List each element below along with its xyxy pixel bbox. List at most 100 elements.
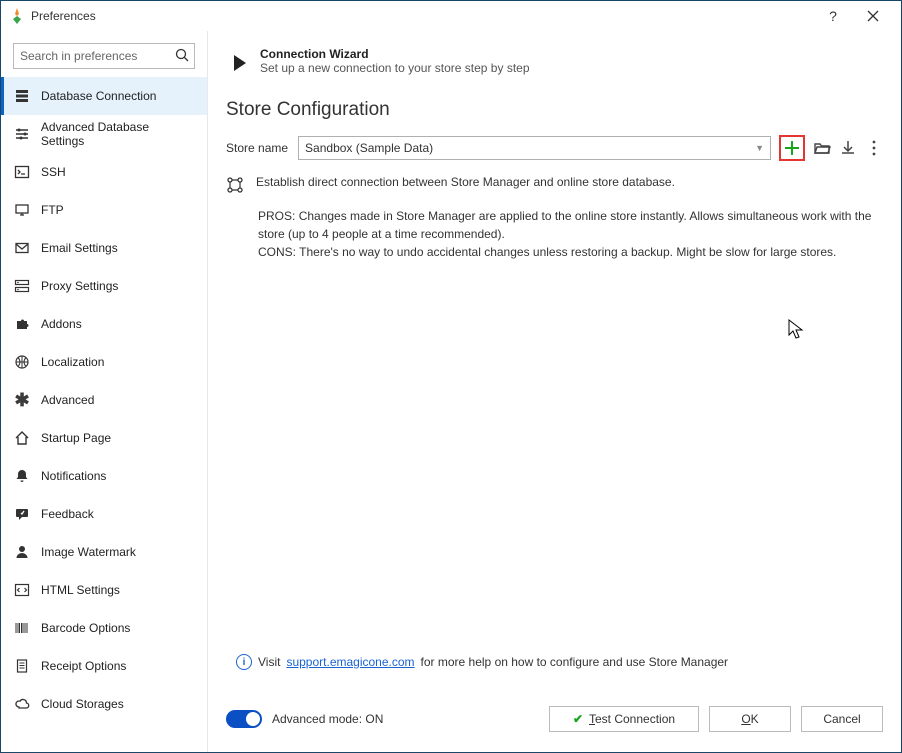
add-store-button[interactable] — [779, 135, 805, 161]
sidebar-item-label: Barcode Options — [41, 621, 130, 635]
search-icon — [174, 47, 190, 66]
section-title: Store Configuration — [226, 99, 883, 121]
person-icon — [13, 544, 31, 560]
connection-type-icon — [226, 176, 244, 197]
title-bar: Preferences ? — [1, 1, 901, 31]
bell-icon — [13, 468, 31, 484]
connection-summary: Establish direct connection between Stor… — [256, 175, 675, 197]
store-name-value: Sandbox (Sample Data) — [305, 141, 433, 155]
sidebar-item-label: Startup Page — [41, 431, 111, 445]
sidebar-item-label: Proxy Settings — [41, 279, 118, 293]
plus-icon — [785, 141, 799, 155]
connection-pros-cons: PROS: Changes made in Store Manager are … — [258, 207, 883, 261]
download-icon — [839, 139, 857, 157]
sidebar-item-label: SSH — [41, 165, 66, 179]
sidebar-item-label: Feedback — [41, 507, 94, 521]
ok-button[interactable]: OK — [709, 706, 791, 732]
connection-wizard-subtitle: Set up a new connection to your store st… — [260, 61, 530, 75]
barcode-icon — [13, 620, 31, 636]
test-connection-button[interactable]: ✔ Test Connection — [549, 706, 699, 732]
sidebar-item-notifications[interactable]: Notifications — [1, 457, 207, 495]
sidebar-item-database-connection[interactable]: Database Connection — [1, 77, 207, 115]
sidebar-item-feedback[interactable]: Feedback — [1, 495, 207, 533]
search-box — [13, 43, 195, 69]
sidebar-item-label: HTML Settings — [41, 583, 120, 597]
sidebar-item-startup-page[interactable]: Startup Page — [1, 419, 207, 457]
sidebar-item-addons[interactable]: Addons — [1, 305, 207, 343]
footer-row: Advanced mode: ON ✔ Test Connection OK C… — [226, 700, 883, 744]
sidebar-item-receipt-options[interactable]: Receipt Options — [1, 647, 207, 685]
chat-icon — [13, 506, 31, 522]
mail-icon — [13, 240, 31, 256]
sidebar-item-label: Image Watermark — [41, 545, 136, 559]
search-input[interactable] — [13, 43, 195, 69]
sidebar-item-html-settings[interactable]: HTML Settings — [1, 571, 207, 609]
help-button[interactable]: ? — [813, 1, 853, 31]
info-icon: i — [236, 654, 252, 670]
store-name-label: Store name — [226, 141, 288, 155]
sidebar-item-label: Receipt Options — [41, 659, 126, 673]
asterisk-icon: ✱ — [13, 391, 31, 409]
sidebar-item-label: Addons — [41, 317, 82, 331]
check-icon: ✔ — [573, 712, 583, 726]
cons-text: There's no way to undo accidental change… — [299, 245, 836, 259]
sidebar-item-label: Localization — [41, 355, 104, 369]
cons-label: CONS: — [258, 245, 296, 259]
sidebar-item-label: FTP — [41, 203, 64, 217]
receipt-icon — [13, 658, 31, 674]
close-icon — [867, 10, 879, 22]
sidebar-item-localization[interactable]: Localization — [1, 343, 207, 381]
store-name-select[interactable]: Sandbox (Sample Data) ▼ — [298, 136, 771, 160]
toggle-knob — [246, 712, 260, 726]
sidebar: Database Connection Advanced Database Se… — [1, 31, 208, 752]
advanced-mode-label: Advanced mode: ON — [272, 712, 383, 726]
sidebar-item-cloud-storages[interactable]: Cloud Storages — [1, 685, 207, 723]
sidebar-item-advanced[interactable]: ✱ Advanced — [1, 381, 207, 419]
sidebar-item-label: Cloud Storages — [41, 697, 124, 711]
kebab-icon — [871, 139, 877, 157]
database-icon — [13, 88, 31, 104]
globe-icon — [13, 354, 31, 370]
sidebar-item-label: Notifications — [41, 469, 106, 483]
cancel-button[interactable]: Cancel — [801, 706, 883, 732]
sidebar-item-image-watermark[interactable]: Image Watermark — [1, 533, 207, 571]
puzzle-icon — [13, 316, 31, 332]
support-row: i Visit support.emagicone.com for more h… — [236, 654, 883, 670]
sliders-icon — [13, 126, 31, 142]
support-prefix: Visit — [258, 655, 280, 669]
proxy-icon — [13, 278, 31, 294]
sidebar-item-email-settings[interactable]: Email Settings — [1, 229, 207, 267]
sidebar-item-ssh[interactable]: SSH — [1, 153, 207, 191]
pros-label: PROS: — [258, 209, 295, 223]
mouse-cursor-icon — [788, 319, 806, 341]
cloud-icon — [13, 696, 31, 712]
close-button[interactable] — [853, 1, 893, 31]
connection-wizard-play-button[interactable] — [234, 55, 246, 71]
chevron-down-icon: ▼ — [755, 143, 764, 153]
screen-icon — [13, 202, 31, 218]
folder-open-icon — [813, 139, 831, 157]
sidebar-item-ftp[interactable]: FTP — [1, 191, 207, 229]
connection-wizard-title: Connection Wizard — [260, 47, 530, 61]
sidebar-item-advanced-database-settings[interactable]: Advanced Database Settings — [1, 115, 207, 153]
sidebar-item-label: Database Connection — [41, 89, 156, 103]
connection-wizard-row: Connection Wizard Set up a new connectio… — [234, 47, 883, 75]
support-suffix: for more help on how to configure and us… — [421, 655, 729, 669]
open-folder-button[interactable] — [813, 139, 831, 157]
home-icon — [13, 430, 31, 446]
pros-text: Changes made in Store Manager are applie… — [258, 209, 871, 241]
sidebar-item-label: Advanced Database Settings — [41, 120, 195, 148]
download-button[interactable] — [839, 139, 857, 157]
store-name-row: Store name Sandbox (Sample Data) ▼ — [226, 135, 883, 161]
support-link[interactable]: support.emagicone.com — [286, 655, 414, 669]
sidebar-item-proxy-settings[interactable]: Proxy Settings — [1, 267, 207, 305]
sidebar-item-label: Email Settings — [41, 241, 118, 255]
more-options-button[interactable] — [865, 139, 883, 157]
sidebar-item-barcode-options[interactable]: Barcode Options — [1, 609, 207, 647]
app-logo-icon — [9, 8, 25, 24]
terminal-icon — [13, 164, 31, 180]
connection-description: Establish direct connection between Stor… — [226, 175, 883, 197]
advanced-mode-toggle[interactable] — [226, 710, 262, 728]
window-title: Preferences — [31, 9, 96, 23]
sidebar-item-label: Advanced — [41, 393, 94, 407]
